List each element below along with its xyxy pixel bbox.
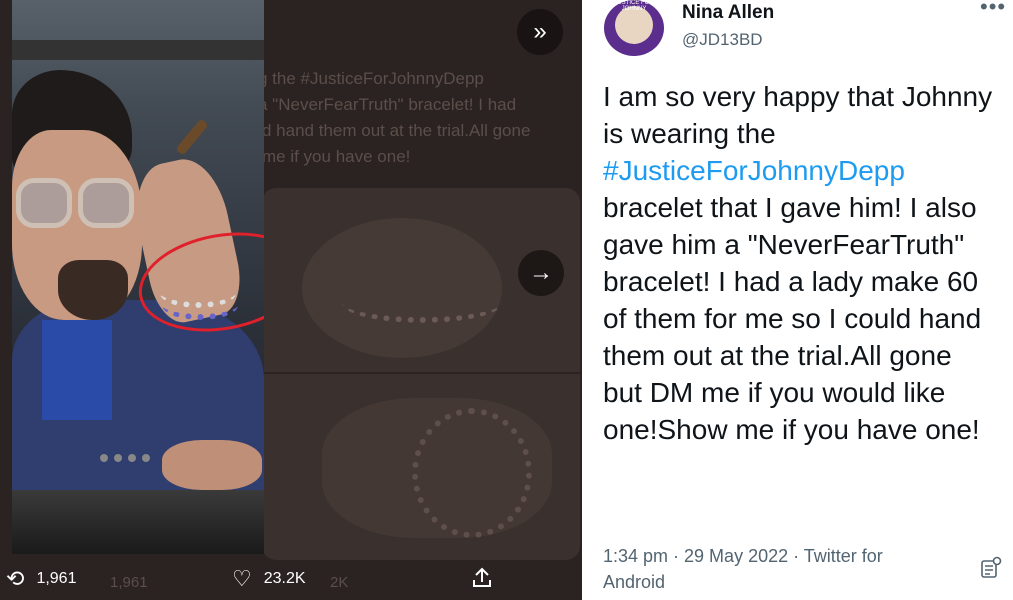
ghost-line: g the #JusticeForJohnnyDepp (258, 69, 484, 88)
ghost-line: a "NeverFearTruth" bracelet! I had (258, 95, 517, 114)
like-button[interactable]: ♡ 23.2K (232, 566, 306, 592)
blurred-bracelet (412, 408, 532, 538)
tweet-text: I am so very happy that Johnny is wearin… (603, 78, 998, 448)
shirt (42, 320, 112, 420)
display-name[interactable]: Nina Allen (682, 2, 774, 24)
blurred-bracelet (342, 283, 502, 323)
background-tweet-text: g the #JusticeForJohnnyDepp a "NeverFear… (210, 66, 582, 170)
tweet-text-part: bracelet that I gave him! I also gave hi… (603, 192, 982, 445)
like-count: 23.2K (263, 570, 306, 587)
more-options-icon[interactable]: ••• (980, 0, 1006, 20)
media-viewer: g the #JusticeForJohnnyDepp a "NeverFear… (0, 0, 582, 600)
avatar-ring-text: JUSTICE FOR JOHNNY (614, 0, 654, 12)
ghost-retweet-count: 1,961 (110, 574, 148, 591)
glasses-lens (78, 178, 134, 228)
beard (58, 260, 128, 320)
ghost-line: me if you have one! (262, 147, 411, 166)
media-action-bar: ⟲ 1,961 1,961 ♡ 23.2K 2K (0, 566, 582, 600)
glasses-lens (16, 178, 72, 228)
retweet-count: 1,961 (36, 570, 77, 587)
cigar (175, 118, 209, 156)
tweet-timestamp[interactable]: 1:34 pm · 29 May 2022 · Twitter for Andr… (603, 543, 943, 595)
avatar[interactable]: JUSTICE FOR JOHNNY (604, 0, 664, 56)
car-window-frame (12, 40, 264, 60)
share-icon (473, 567, 491, 587)
user-handle[interactable]: @JD13BD (682, 30, 763, 50)
card-divider (262, 372, 580, 374)
retweet-button[interactable]: ⟲ 1,961 (6, 566, 76, 592)
analytics-icon[interactable] (980, 556, 1002, 580)
hashtag-link[interactable]: #JusticeForJohnnyDepp (603, 155, 905, 186)
next-arrow-icon[interactable]: → (518, 250, 564, 296)
hand (162, 440, 262, 490)
tweet-text-part: I am so very happy that Johnny is wearin… (603, 81, 993, 149)
retweet-icon: ⟲ (6, 566, 25, 591)
heart-icon: ♡ (232, 566, 252, 591)
expand-icon[interactable]: » (517, 9, 563, 55)
ghost-line: d hand them out at the trial.All gone (262, 121, 531, 140)
car-door (12, 490, 264, 554)
ghost-like-count: 2K (330, 574, 349, 591)
glasses (16, 178, 146, 238)
sleeve-buttons (100, 450, 150, 462)
tweet-photo[interactable] (12, 0, 264, 554)
tweet-panel: JUSTICE FOR JOHNNY Nina Allen @JD13BD ••… (582, 0, 1013, 600)
background-media-card (262, 188, 580, 560)
share-button[interactable] (470, 566, 494, 590)
